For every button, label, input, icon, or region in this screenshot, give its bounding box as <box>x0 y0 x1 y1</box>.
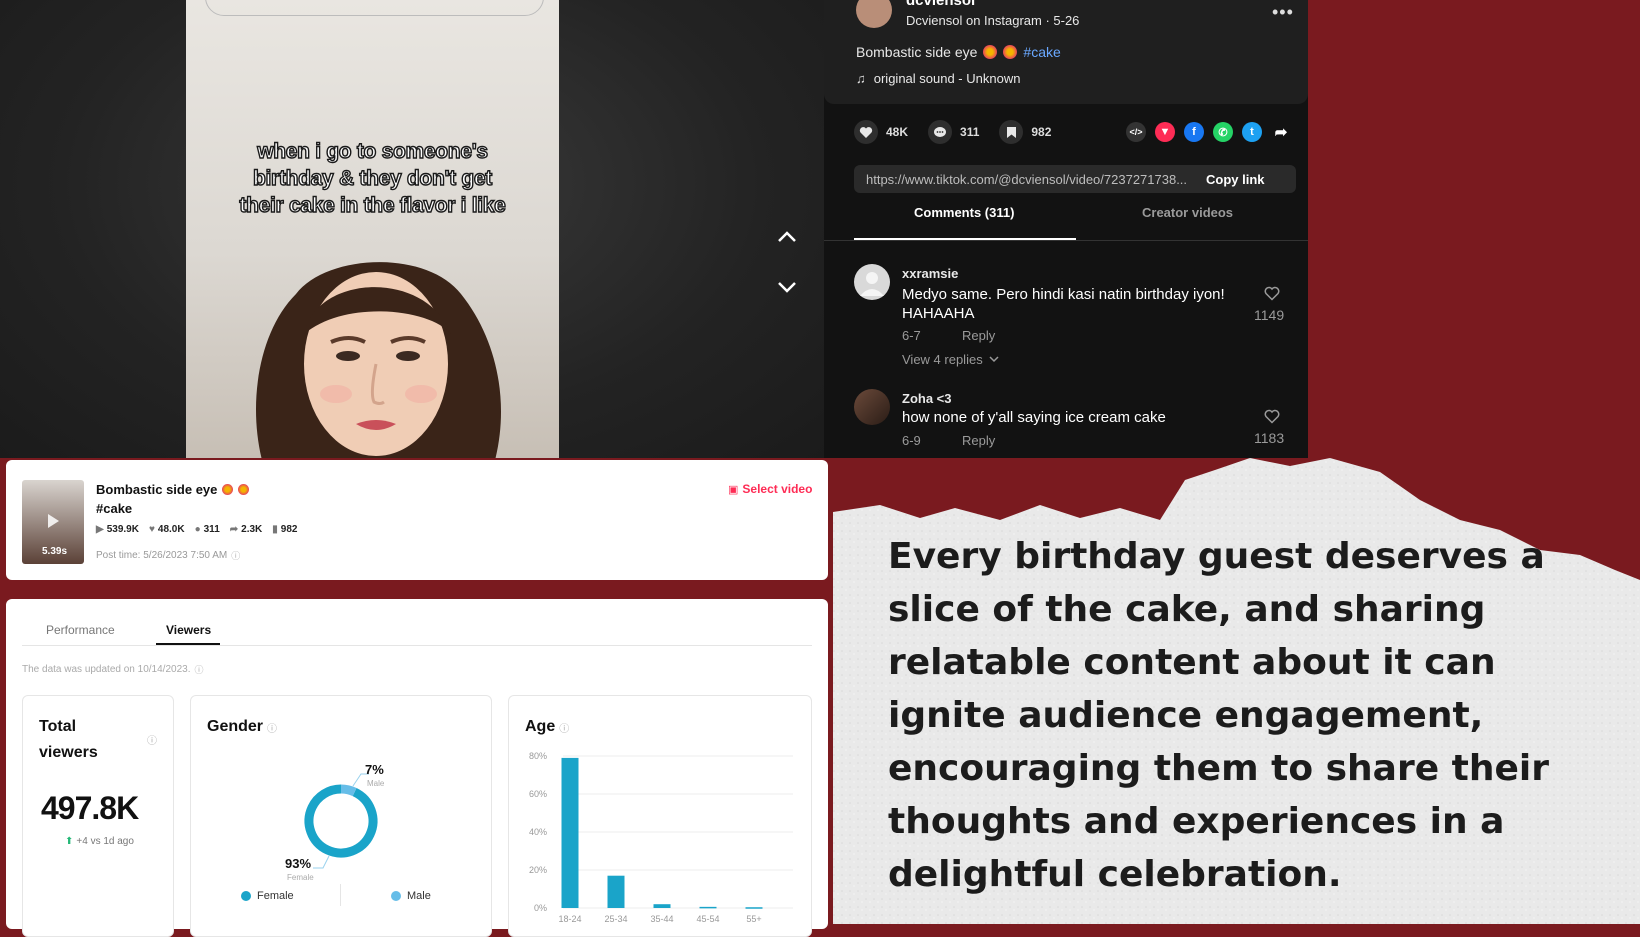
select-video-icon: ▣ <box>728 483 739 496</box>
saves-stat: ▮ 982 <box>272 524 298 535</box>
likes-stat: ♥ 48.0K <box>148 524 185 535</box>
tab-viewers[interactable]: Viewers <box>166 623 211 637</box>
gender-female-label: Female <box>287 873 314 882</box>
promo-paragraph: Every birthday guest deserves a slice of… <box>888 536 1550 895</box>
tab-divider <box>22 645 812 646</box>
gender-donut-chart <box>304 773 378 869</box>
comments-stat: ● 311 <box>194 524 220 535</box>
gender-card: Gender ⓘ 7% Male 93% Female Female Male <box>190 695 492 937</box>
y-tick-label: 60% <box>529 789 547 799</box>
play-icon: ▶ <box>96 524 104 535</box>
video-thumbnail[interactable]: 5.39s <box>22 480 84 564</box>
age-bar-45-54[interactable] <box>699 906 717 909</box>
comment-icon: ● <box>194 524 201 535</box>
y-tick-label: 20% <box>529 865 547 875</box>
age-bar-chart: 0% 20% 40% 60% 80% 18-24 25-34 35-44 45-54 55+ <box>529 751 793 924</box>
info-icon[interactable]: ⓘ <box>194 663 203 676</box>
total-viewers-card: Total viewers ⓘ 497.8K ⬆ +4 vs 1d ago <box>22 695 174 937</box>
post-time: Post time: 5/26/2023 7:50 AM <box>96 550 228 561</box>
gender-female-percent: 93% <box>285 856 312 871</box>
plays-stat: ▶ 539.9K <box>96 524 139 535</box>
bookmark-icon: ▮ <box>272 524 278 535</box>
info-icon[interactable]: ⓘ <box>147 732 157 747</box>
age-bar-55+[interactable] <box>745 907 763 909</box>
viewers-analytics-card: Performance Viewers The data was updated… <box>6 599 828 937</box>
gender-male-percent: 7% <box>365 762 384 777</box>
total-viewers-value: 497.8K <box>41 790 139 826</box>
emoji-icon <box>222 484 234 495</box>
age-bar-25-34[interactable] <box>607 875 625 908</box>
info-icon[interactable]: ⓘ <box>231 549 240 562</box>
x-tick-label: 55+ <box>746 914 761 924</box>
shares-stat: ➦ 2.3K <box>229 524 263 535</box>
y-tick-label: 0% <box>534 903 547 913</box>
y-tick-label: 40% <box>529 827 547 837</box>
legend-female: Female <box>241 890 294 902</box>
legend-male: Male <box>391 890 431 902</box>
x-tick-label: 35-44 <box>650 914 673 924</box>
age-bar-18-24[interactable] <box>561 757 579 908</box>
select-video-button[interactable]: ▣ Select video <box>728 482 812 496</box>
total-viewers-title: Total <box>39 718 77 735</box>
analytics-video-title: Bombastic side eye <box>96 482 218 497</box>
age-card: Age ⓘ 0% 20% 40% 60% 80% 18-24 25-34 35-44 45-54… <box>508 695 812 937</box>
share-icon: ➦ <box>229 524 239 535</box>
total-viewers-delta: +4 vs 1d ago <box>76 836 134 847</box>
x-tick-label: 45-54 <box>696 914 719 924</box>
play-icon <box>48 514 59 528</box>
x-tick-label: 18-24 <box>558 914 581 924</box>
data-updated-note: The data was updated on 10/14/2023. <box>22 664 191 675</box>
x-tick-label: 25-34 <box>604 914 627 924</box>
gender-male-label: Male <box>367 779 385 788</box>
heart-icon: ♥ <box>148 524 155 535</box>
selected-video-card: 5.39s Bombastic side eye #cake ▶ 539.9K ♥… <box>6 460 828 580</box>
tab-performance[interactable]: Performance <box>46 623 115 637</box>
age-bar-35-44[interactable] <box>653 904 671 908</box>
arrow-up-icon: ⬆ <box>65 836 74 847</box>
emoji-icon <box>238 484 250 495</box>
total-viewers-title-2: viewers <box>39 744 98 761</box>
y-tick-label: 80% <box>529 751 547 761</box>
analytics-video-tag: #cake <box>96 501 133 516</box>
video-duration: 5.39s <box>42 546 68 557</box>
